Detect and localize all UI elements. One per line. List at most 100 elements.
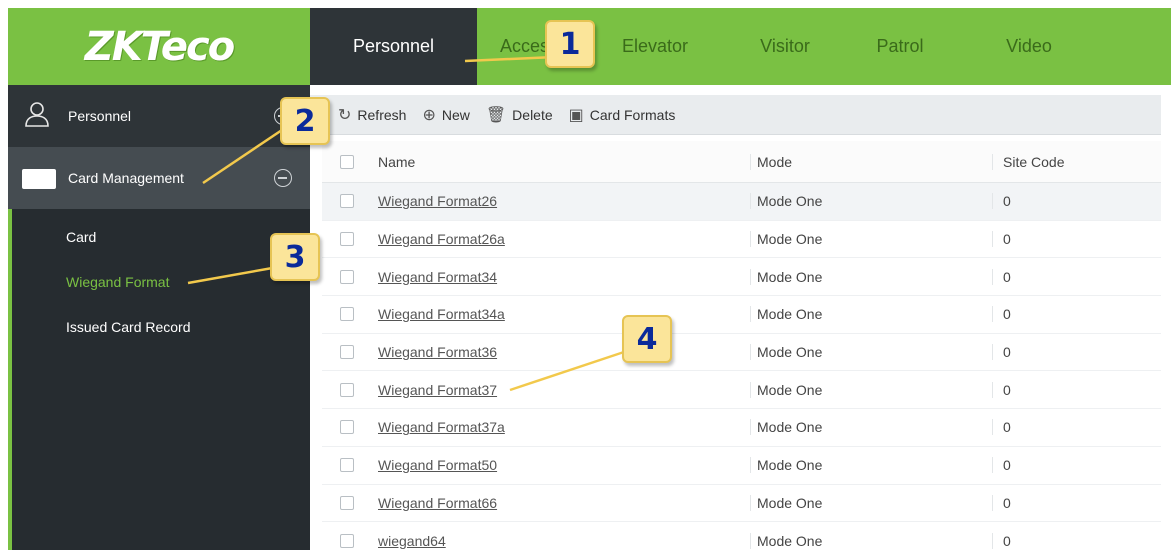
wiegand-format-link[interactable]: Wiegand Format36 <box>378 344 497 360</box>
cell-name: Wiegand Format50 <box>372 457 750 473</box>
wiegand-format-link[interactable]: Wiegand Format37a <box>378 419 505 435</box>
card-management-submenu: Card Wiegand Format Issued Card Record <box>8 209 310 550</box>
wiegand-format-link[interactable]: Wiegand Format66 <box>378 495 497 511</box>
main-content: ↻ Refresh ⊕ New 🗑 Delete ▣ Card Formats … <box>310 85 1171 550</box>
cell-site-code: 0 <box>992 381 1161 398</box>
tab-patrol[interactable]: Patrol <box>841 8 959 85</box>
add-icon: ⊕ <box>422 106 436 124</box>
callout-badge-4: 4 <box>622 315 672 363</box>
row-checkbox[interactable] <box>340 382 354 397</box>
cell-site-code: 0 <box>992 532 1161 549</box>
table-body: Wiegand Format26 Mode One 0 Wiegand Format2… <box>322 183 1161 550</box>
column-header-name[interactable]: Name <box>372 154 750 170</box>
cell-mode: Mode One <box>750 344 992 361</box>
cell-mode: Mode One <box>750 306 992 323</box>
cell-name: Wiegand Format66 <box>372 495 750 511</box>
row-checkbox[interactable] <box>340 495 354 510</box>
sidebar: Personnel Card Management Card Wiegand F… <box>8 85 310 550</box>
table-row[interactable]: Wiegand Format26 Mode One 0 <box>322 183 1161 221</box>
row-checkbox[interactable] <box>340 232 354 247</box>
cell-name: Wiegand Format37 <box>372 382 750 398</box>
row-select-cell <box>322 232 372 247</box>
tab-elevator[interactable]: Elevator <box>581 8 729 85</box>
sidebar-item-card[interactable]: Card <box>66 229 96 245</box>
table-row[interactable]: Wiegand Format34a Mode One 0 <box>322 296 1161 334</box>
select-all-cell <box>322 154 372 169</box>
logo[interactable]: ZKTeco <box>8 8 310 85</box>
wiegand-format-link[interactable]: Wiegand Format37 <box>378 382 497 398</box>
cell-name: wiegand64 <box>372 533 750 549</box>
table-row[interactable]: Wiegand Format66 Mode One 0 <box>322 485 1161 523</box>
card-formats-label: Card Formats <box>589 106 676 123</box>
row-select-cell <box>322 495 372 510</box>
callout-badge-2: 2 <box>280 97 330 145</box>
callout-badge-1: 1 <box>545 20 595 68</box>
cell-name: Wiegand Format26a <box>372 231 750 247</box>
wiegand-format-link[interactable]: Wiegand Format34 <box>378 269 497 285</box>
person-icon <box>25 102 49 127</box>
refresh-button[interactable]: ↻ Refresh <box>338 105 406 125</box>
table-row[interactable]: Wiegand Format34 Mode One 0 <box>322 258 1161 297</box>
collapse-icon[interactable] <box>274 169 292 187</box>
row-checkbox[interactable] <box>340 345 354 360</box>
toolbar: ↻ Refresh ⊕ New 🗑 Delete ▣ Card Formats <box>310 95 1161 135</box>
module-tabs: Personnel Access Elevator Visitor Patrol… <box>310 8 1099 85</box>
wiegand-format-link[interactable]: Wiegand Format26a <box>378 231 505 247</box>
table-row[interactable]: Wiegand Format37 Mode One 0 <box>322 371 1161 410</box>
row-checkbox[interactable] <box>340 194 354 209</box>
card-formats-button[interactable]: ▣ Card Formats <box>569 105 676 125</box>
row-checkbox[interactable] <box>340 533 354 548</box>
cell-name: Wiegand Format37a <box>372 419 750 435</box>
table-row[interactable]: Wiegand Format50 Mode One 0 <box>322 447 1161 485</box>
sidebar-group-card-management[interactable]: Card Management <box>8 147 310 209</box>
sidebar-card-management-label: Card Management <box>68 170 184 186</box>
row-select-cell <box>322 458 372 473</box>
row-select-cell <box>322 382 372 397</box>
cell-mode: Mode One <box>750 494 992 511</box>
column-header-mode[interactable]: Mode <box>750 153 992 170</box>
cell-name: Wiegand Format34a <box>372 306 750 322</box>
table-row[interactable]: Wiegand Format37a Mode One 0 <box>322 409 1161 447</box>
select-all-checkbox[interactable] <box>340 154 354 169</box>
row-select-cell <box>322 269 372 284</box>
row-checkbox[interactable] <box>340 420 354 435</box>
wiegand-format-link[interactable]: Wiegand Format34a <box>378 306 505 322</box>
sidebar-group-personnel[interactable]: Personnel <box>8 85 310 147</box>
cell-site-code: 0 <box>992 193 1161 210</box>
sidebar-item-issued-card-record[interactable]: Issued Card Record <box>66 319 191 335</box>
refresh-label: Refresh <box>357 106 407 123</box>
row-select-cell <box>322 307 372 322</box>
cell-site-code: 0 <box>992 231 1161 248</box>
table-row[interactable]: wiegand64 Mode One 0 <box>322 522 1161 550</box>
wiegand-format-link[interactable]: Wiegand Format26 <box>378 193 497 209</box>
refresh-icon: ↻ <box>338 106 352 124</box>
row-checkbox[interactable] <box>340 458 354 473</box>
row-checkbox[interactable] <box>340 307 354 322</box>
table-row[interactable]: Wiegand Format36 Mode One 0 <box>322 334 1161 372</box>
tab-video[interactable]: Video <box>959 8 1099 85</box>
new-label: New <box>441 106 470 123</box>
tab-visitor[interactable]: Visitor <box>729 8 841 85</box>
cell-site-code: 0 <box>992 457 1161 474</box>
column-header-site-code[interactable]: Site Code <box>992 153 1161 170</box>
row-checkbox[interactable] <box>340 269 354 284</box>
cell-mode: Mode One <box>750 532 992 549</box>
delete-label: Delete <box>512 106 553 123</box>
cell-site-code: 0 <box>992 419 1161 436</box>
wiegand-format-link[interactable]: wiegand64 <box>378 533 446 549</box>
cell-mode: Mode One <box>750 419 992 436</box>
sidebar-item-wiegand-format[interactable]: Wiegand Format <box>66 274 169 290</box>
wiegand-format-link[interactable]: Wiegand Format50 <box>378 457 497 473</box>
cell-name: Wiegand Format26 <box>372 193 750 209</box>
cell-mode: Mode One <box>750 231 992 248</box>
cell-mode: Mode One <box>750 381 992 398</box>
new-button[interactable]: ⊕ New <box>422 105 469 125</box>
cell-name: Wiegand Format36 <box>372 344 750 360</box>
tab-personnel[interactable]: Personnel <box>310 8 477 85</box>
cell-mode: Mode One <box>750 193 992 210</box>
delete-button[interactable]: 🗑 Delete <box>486 105 553 125</box>
sidebar-personnel-label: Personnel <box>68 108 132 124</box>
row-select-cell <box>322 533 372 548</box>
table-row[interactable]: Wiegand Format26a Mode One 0 <box>322 221 1161 259</box>
card-format-icon: ▣ <box>568 106 584 124</box>
